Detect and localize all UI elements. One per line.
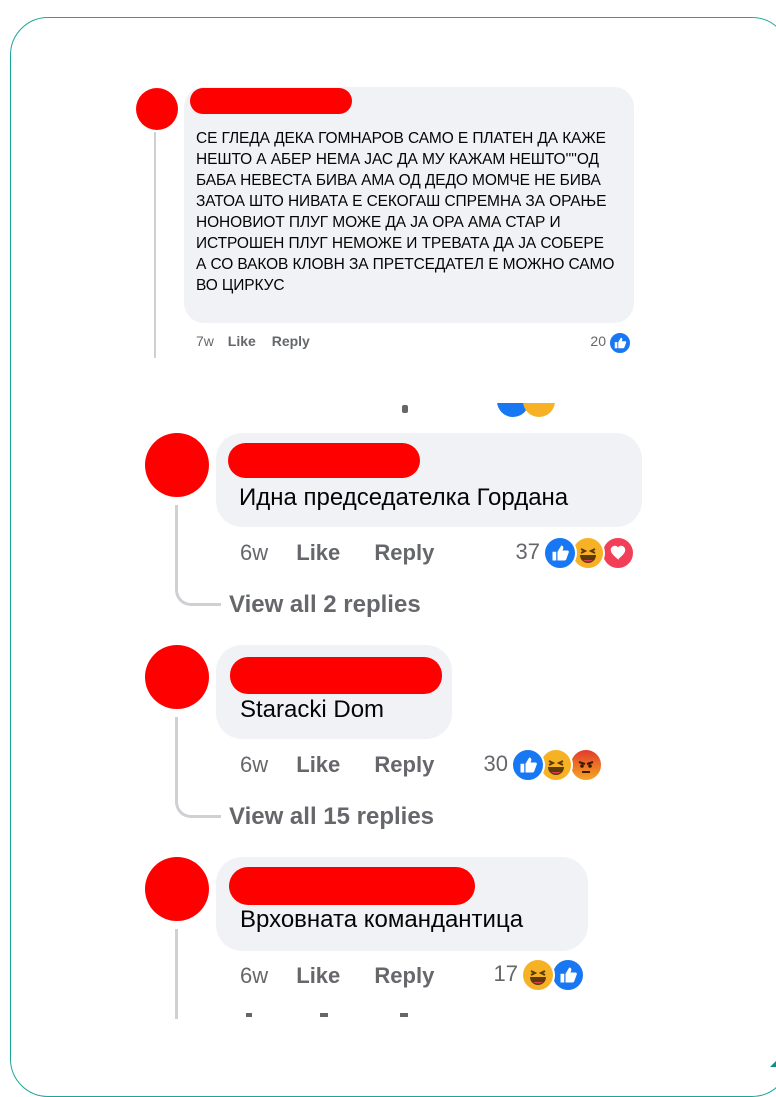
love-icon	[601, 536, 635, 570]
avatar[interactable]	[136, 88, 178, 130]
comment-time[interactable]: 6w	[240, 540, 268, 565]
thread-curve	[175, 772, 221, 818]
comment-time[interactable]: 7w	[196, 333, 214, 349]
thread-line	[175, 929, 178, 1019]
like-button[interactable]: Like	[296, 752, 340, 777]
comment-actions: 6w Like Reply	[240, 963, 434, 989]
comment-time[interactable]: 6w	[240, 752, 268, 777]
reaction-count[interactable]: 30	[468, 751, 508, 777]
avatar[interactable]	[145, 645, 209, 709]
comment-text: СЕ ГЛЕДА ДЕКА ГОМНАРОВ САМО Е ПЛАТЕН ДА …	[196, 130, 615, 294]
reply-button[interactable]: Reply	[272, 333, 310, 349]
redacted-author-name[interactable]	[229, 867, 475, 905]
view-replies-link[interactable]: View all 2 replies	[229, 591, 421, 619]
thread-curve	[175, 560, 221, 606]
comment-time[interactable]: 6w	[240, 963, 268, 988]
reply-button[interactable]: Reply	[374, 963, 434, 988]
redacted-author-name[interactable]	[190, 88, 352, 114]
redacted-author-name[interactable]	[228, 443, 420, 478]
reply-button[interactable]: Reply	[374, 752, 434, 777]
cropped-reaction-peek	[497, 403, 557, 417]
cropped-bottom-peek	[230, 1013, 440, 1019]
like-icon	[511, 748, 545, 782]
like-button[interactable]: Like	[228, 333, 256, 349]
reaction-count[interactable]: 17	[478, 961, 518, 987]
comment-actions: 6w Like Reply	[240, 540, 434, 566]
reaction-count[interactable]: 20	[572, 333, 606, 349]
thread-line	[154, 132, 156, 358]
view-replies-link[interactable]: View all 15 replies	[229, 803, 434, 831]
like-button[interactable]: Like	[296, 963, 340, 988]
avatar[interactable]	[145, 857, 209, 921]
like-icon	[551, 958, 585, 992]
like-icon	[543, 536, 577, 570]
haha-icon	[521, 958, 555, 992]
reaction-count[interactable]: 37	[500, 539, 540, 565]
comment-actions: 7w Like Reply	[196, 333, 310, 349]
redacted-author-name[interactable]	[230, 657, 442, 694]
comment-actions: 6w Like Reply	[240, 752, 434, 778]
angry-icon	[569, 748, 603, 782]
like-button[interactable]: Like	[296, 540, 340, 565]
reply-button[interactable]: Reply	[374, 540, 434, 565]
corner-mark	[770, 1061, 776, 1067]
avatar[interactable]	[145, 433, 209, 497]
cropped-text-peek	[402, 405, 408, 413]
comment-text: Идна председателка Гордана	[239, 484, 569, 511]
comment-text: Врховната командантица	[240, 906, 524, 933]
comment-text: Staracki Dom	[240, 696, 385, 723]
like-icon	[608, 331, 632, 355]
